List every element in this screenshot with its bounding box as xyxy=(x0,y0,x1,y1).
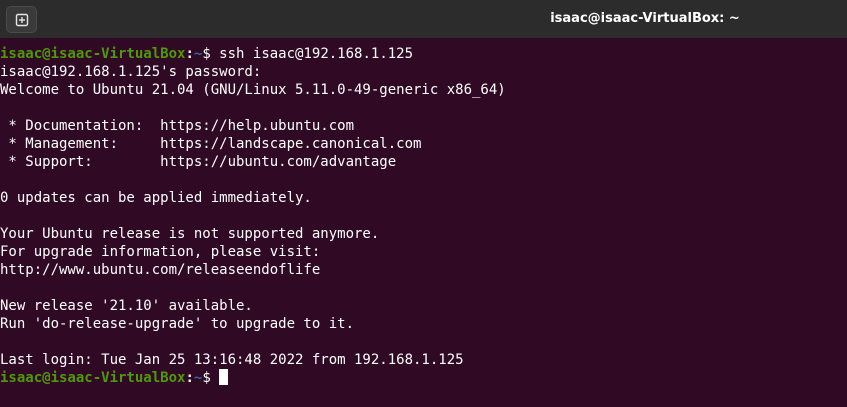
active-prompt-line[interactable]: isaac@isaac-VirtualBox:~$ xyxy=(0,369,847,387)
output-line: Last login: Tue Jan 25 13:16:48 2022 fro… xyxy=(0,352,464,368)
output-line: For upgrade information, please visit: xyxy=(0,244,321,260)
output-line: http://www.ubuntu.com/releaseendoflife xyxy=(0,262,321,278)
output-line: * Support: https://ubuntu.com/advantage xyxy=(0,154,397,170)
new-tab-button[interactable] xyxy=(6,6,37,33)
output-line: Your Ubuntu release is not supported any… xyxy=(0,226,380,242)
text-cursor xyxy=(219,369,229,385)
prompt-separator: : xyxy=(185,46,194,62)
prompt-user-host: isaac@isaac-VirtualBox xyxy=(0,370,186,386)
command-text: ssh isaac@192.168.1.125 xyxy=(219,46,414,62)
output-line: * Management: https://landscape.canonica… xyxy=(0,136,422,152)
prompt-symbol: $ xyxy=(202,370,220,386)
prompt-user-host: isaac@isaac-VirtualBox xyxy=(0,46,186,62)
terminal-output: isaac@isaac-VirtualBox:~$ ssh isaac@192.… xyxy=(0,45,847,387)
terminal-area[interactable]: isaac@isaac-VirtualBox:~$ ssh isaac@192.… xyxy=(0,38,847,407)
output-line: Run 'do-release-upgrade' to upgrade to i… xyxy=(0,316,355,332)
output-line: 0 updates can be applied immediately. xyxy=(0,190,312,206)
output-block: isaac@192.168.1.125's password: Welcome t… xyxy=(0,63,847,369)
title-bar: isaac@isaac-VirtualBox: ~ xyxy=(0,0,847,38)
output-line: isaac@192.168.1.125's password: xyxy=(0,64,262,80)
window-title: isaac@isaac-VirtualBox: ~ xyxy=(550,11,740,26)
output-line: * Documentation: https://help.ubuntu.com xyxy=(0,118,355,134)
command-line: isaac@isaac-VirtualBox:~$ ssh isaac@192.… xyxy=(0,45,847,63)
prompt-symbol: $ xyxy=(202,46,220,62)
output-line: Welcome to Ubuntu 21.04 (GNU/Linux 5.11.… xyxy=(0,82,506,98)
prompt-separator: : xyxy=(185,370,194,386)
new-tab-icon xyxy=(15,13,29,27)
output-line: New release '21.10' available. xyxy=(0,298,253,314)
